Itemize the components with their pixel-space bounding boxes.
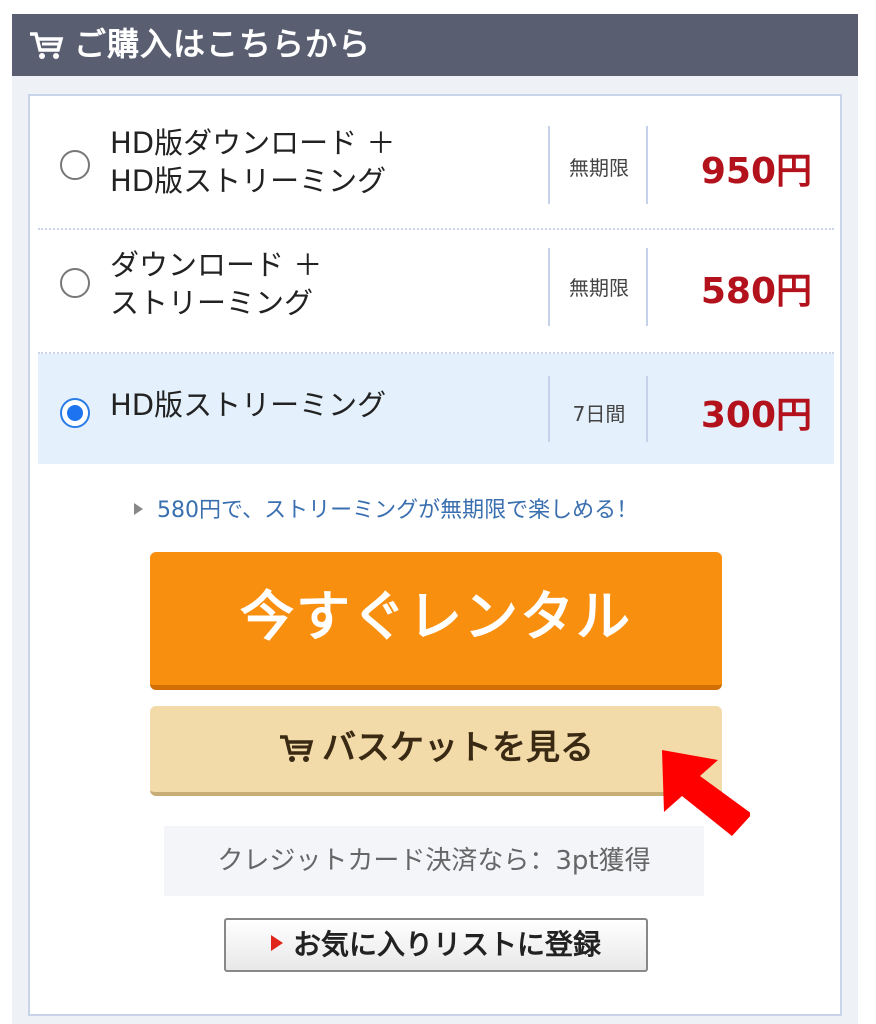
radio-hd-streaming[interactable] [60,398,90,428]
credit-card-note: クレジットカード決済なら：3pt獲得 [164,826,704,896]
divider [646,376,648,442]
option-label: HD版ストリーミング [110,386,386,424]
option-period: 無期限 [569,276,629,300]
option-price: 580円 [700,271,812,312]
divider [646,126,648,204]
cart-icon [30,32,64,59]
option-label: ダウンロード ＋ ストリーミング [110,246,322,322]
purchase-title: ご購入はこちらから [74,25,372,63]
cart-icon [280,735,314,762]
add-to-favorites-label: お気に入りリストに登録 [292,928,601,961]
option-price: 950円 [700,151,812,192]
promo-link[interactable]: 580円で、ストリーミングが無期限で楽しめる！ [134,492,638,524]
add-to-favorites-button[interactable]: お気に入りリストに登録 [224,918,648,972]
radio-download-streaming[interactable] [60,268,90,298]
purchase-panel: ご購入はこちらから HD版ダウンロード ＋ HD版ストリーミング 無期限 950… [12,14,858,1024]
purchase-box: HD版ダウンロード ＋ HD版ストリーミング 無期限 950円 ダウンロード ＋… [28,94,842,1016]
option-label-line1: HD版ダウンロード ＋ [110,126,396,160]
option-hd-download-streaming[interactable]: HD版ダウンロード ＋ HD版ストリーミング 無期限 950円 [38,104,834,226]
option-period: 7日間 [572,402,626,426]
option-period: 無期限 [569,156,629,180]
option-download-streaming[interactable]: ダウンロード ＋ ストリーミング 無期限 580円 [38,230,834,350]
option-label-line1: HD版ストリーミング [110,388,387,422]
option-label-line1: ダウンロード ＋ [110,248,323,282]
option-hd-streaming[interactable]: HD版ストリーミング 7日間 300円 [38,354,834,464]
triangle-right-icon [134,503,143,515]
option-label: HD版ダウンロード ＋ HD版ストリーミング [110,124,395,200]
promo-text: 580円で、ストリーミングが無期限で楽しめる！ [157,498,639,523]
option-label-line2: HD版ストリーミング [110,164,387,198]
purchase-header: ご購入はこちらから [12,14,858,76]
triangle-right-icon [270,935,283,951]
divider [646,248,648,326]
option-label-line2: ストリーミング [110,286,314,320]
radio-hd-download-streaming[interactable] [60,150,90,180]
rent-now-button[interactable]: 今すぐレンタル [150,552,722,690]
view-basket-label: バスケットを見る [322,728,594,768]
option-price: 300円 [700,395,812,436]
